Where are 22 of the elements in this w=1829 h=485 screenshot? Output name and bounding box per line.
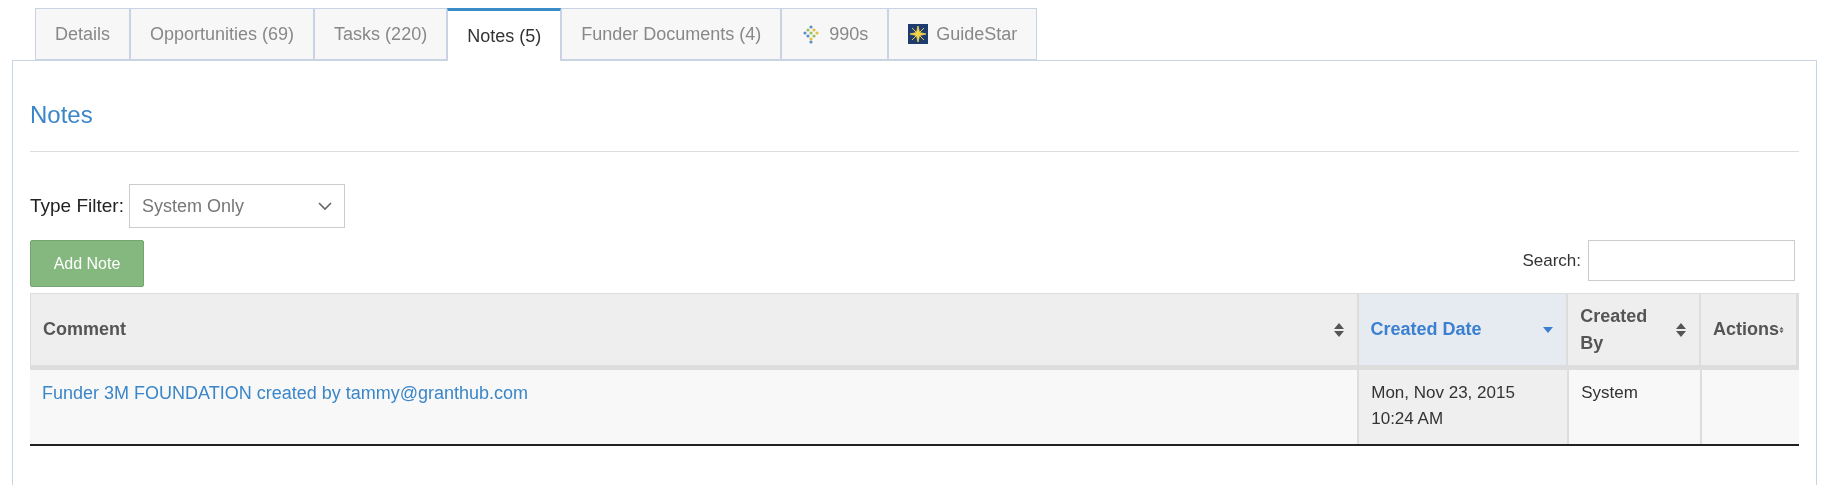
search-field[interactable] — [1588, 240, 1795, 281]
tab[interactable]: 990s — [781, 8, 889, 60]
table-cell: System — [1569, 370, 1703, 444]
sort-descending-icon — [1542, 325, 1555, 334]
sort-icon — [1675, 321, 1687, 338]
section-title: Notes — [30, 101, 93, 128]
sort-icon — [1332, 321, 1345, 338]
chevron-down-icon — [318, 201, 332, 211]
type-filter-select[interactable]: System Only — [129, 184, 345, 228]
add-note-button[interactable]: Add Note — [30, 240, 144, 287]
tab[interactable]: Funder Documents (4) — [561, 8, 782, 60]
type-filter-label: Type Filter: — [30, 193, 124, 218]
search-label: Search: — [1522, 249, 1581, 272]
table-cell: Mon, Nov 23, 2015 10:24 AM — [1359, 370, 1570, 444]
star-burst-icon — [908, 24, 929, 44]
tab[interactable]: Tasks (220) — [314, 8, 448, 60]
column-header[interactable]: Created Date — [1358, 294, 1569, 365]
tab[interactable]: GuideStar — [888, 8, 1038, 60]
tab[interactable]: Opportunities (69) — [130, 8, 315, 60]
tab[interactable]: Notes (5) — [447, 8, 562, 61]
note-link[interactable]: Funder 3M FOUNDATION created by tammy@granthub.com — [42, 383, 529, 403]
tab[interactable]: Details — [35, 8, 131, 60]
